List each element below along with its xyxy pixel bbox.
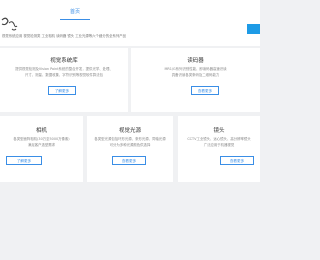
card-desc-line: 广泛应用于机器视觉 <box>203 143 235 147</box>
page-background-lower <box>0 184 260 260</box>
learn-more-button[interactable]: 了解更多 <box>48 86 76 95</box>
logo-icon <box>1 17 18 31</box>
card-desc-line: MR1/G系列识别性能、即读码器高速识读 <box>164 67 227 71</box>
card-desc-line: 可分为多种光源颜色供选择 <box>109 143 151 147</box>
product-line-text: 视觉系统应用 视觉检测类 工业相机 读码器 镜头 工业光源等六个细分的全系列产品 <box>2 34 127 38</box>
top-header: 首页 视觉系统应用 视觉检测类 工业相机 读码器 镜头 工业光源等六个细分的全系… <box>0 0 260 46</box>
card-title: 读码器 <box>187 58 204 64</box>
card-title: 视觉系统库 <box>50 58 78 64</box>
card-vision-light: 视觉光源 各类型光源包括环形光源、条形光源、同轴光源 可分为多种光源颜色供选择 … <box>87 116 173 182</box>
card-desc-line: 各类型光源包括环形光源、条形光源、同轴光源 <box>94 137 166 141</box>
view-more-button[interactable]: 查看更多 <box>220 156 254 165</box>
card-desc-line: 尺寸、测量、数据收集、字符识别等视觉软件算法包 <box>25 73 103 77</box>
view-more-button[interactable]: 查看更多 <box>112 156 146 165</box>
card-title: 相机 <box>35 128 47 134</box>
card-desc-line: CCTV工业镜头、远心镜头、高分辨率镜头 <box>187 137 251 141</box>
card-desc-line: 提供视觉检测及Vision Point系统的整合开发，提供光学、处理、 <box>15 67 113 71</box>
nav-home[interactable]: 首页 <box>60 7 90 20</box>
card-title: 视觉光源 <box>118 128 141 134</box>
card-desc-line: 具备识读各类条码及二维码能力 <box>171 73 220 77</box>
view-more-button[interactable]: 查看更多 <box>191 86 219 95</box>
card-lens: 镜头 CCTV工业镜头、远心镜头、高分辨率镜头 广泛应用于机器视觉 查看更多 <box>178 116 260 182</box>
learn-more-button[interactable]: 了解更多 <box>6 156 42 165</box>
card-title: 镜头 <box>213 128 225 134</box>
card-vision-system: 视觉系统库 提供视觉检测及Vision Point系统的整合开发，提供光学、处理… <box>0 48 128 112</box>
card-desc-line: 满足客户选型需求 <box>27 143 56 147</box>
card-camera: 相机 各类型面阵相机(30万至5000万像素) 满足客户选型需求 了解更多 <box>0 116 83 182</box>
side-tab[interactable] <box>247 24 260 34</box>
card-desc-line: 各类型面阵相机(30万至5000万像素) <box>13 137 70 141</box>
card-code-reader: 读码器 MR1/G系列识别性能、即读码器高速识读 具备识读各类条码及二维码能力 … <box>131 48 260 112</box>
